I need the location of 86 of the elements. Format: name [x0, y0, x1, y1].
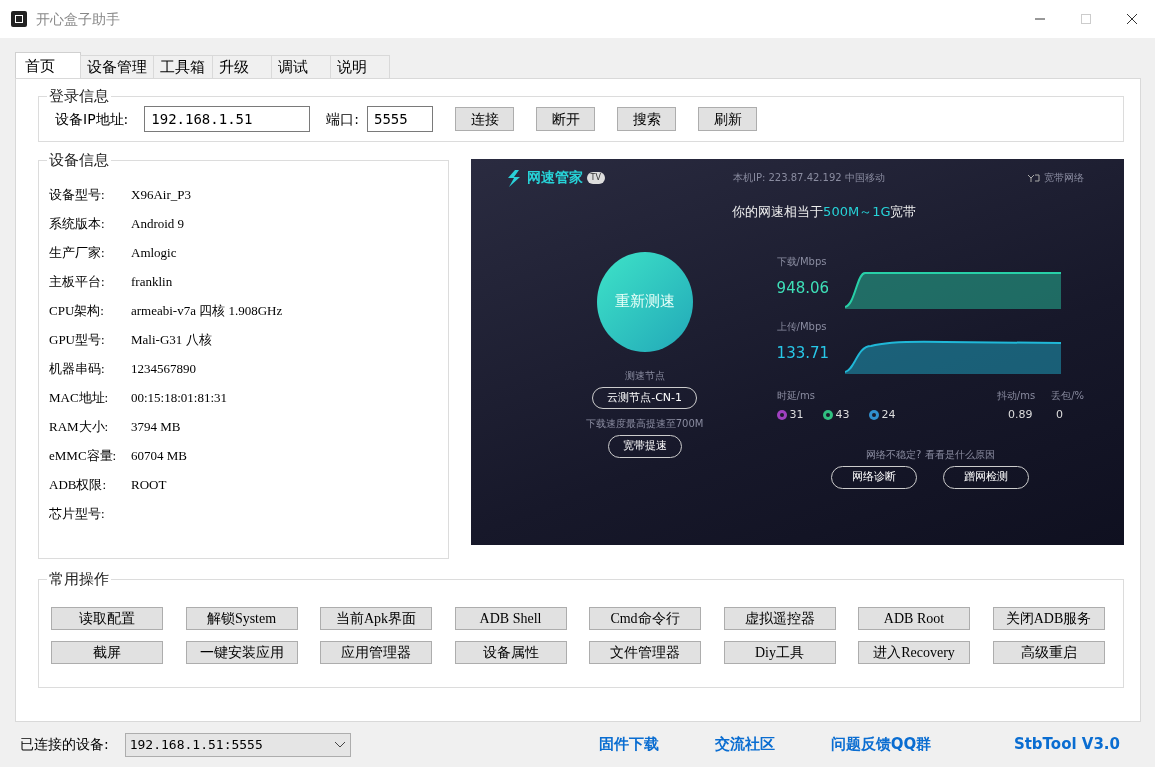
info-label: 设备型号:	[49, 185, 106, 204]
tab[interactable]: 说明	[330, 55, 390, 78]
jitter-label: 抖动/ms	[996, 388, 1036, 403]
headline: 你的网速相当于500M～1G宽带	[731, 203, 918, 221]
info-value: 60704 MB	[131, 446, 187, 465]
window-title: 开心盒子助手	[36, 9, 120, 29]
info-label: 机器串码:	[49, 359, 106, 378]
group-title: 常用操作	[48, 571, 110, 587]
latency-label: 时延/ms	[776, 388, 815, 403]
action-button[interactable]: 高级重启	[992, 641, 1105, 664]
app-badge: TV	[586, 171, 605, 184]
action-button[interactable]: 应用管理器	[320, 641, 432, 664]
loss-value: 0	[1056, 406, 1064, 423]
action-button[interactable]: 搜索	[617, 107, 676, 131]
action-button[interactable]: 设备属性	[454, 641, 567, 664]
info-label: GPU型号:	[49, 330, 106, 349]
diag-hint: 网络不稳定? 看看是什么原因	[865, 448, 996, 462]
speed-label: 下载/Mbps	[776, 254, 828, 269]
chevron-down-icon	[333, 740, 346, 749]
info-value: X96Air_P3	[131, 185, 191, 204]
group-title: 登录信息	[48, 88, 110, 104]
info-label: eMMC容量:	[49, 446, 118, 465]
speed-value: 133.71	[776, 343, 831, 365]
action-button[interactable]: Cmd命令行	[589, 607, 701, 630]
ip-field[interactable]: 192.168.1.51	[144, 106, 311, 132]
action-button[interactable]: 关闭ADB服务	[992, 607, 1105, 630]
node-label: 测速节点	[624, 368, 665, 383]
action-button[interactable]: Diy工具	[723, 641, 836, 664]
ip-info: 本机IP: 223.87.42.192 中国移动	[732, 171, 885, 185]
info-value: franklin	[131, 272, 173, 291]
action-button[interactable]: ADB Shell	[454, 607, 567, 630]
action-button[interactable]: 读取配置	[51, 607, 163, 630]
latency-value: 31	[789, 406, 805, 423]
info-label: CPU架构:	[49, 301, 105, 320]
tab[interactable]: 工具箱	[153, 55, 213, 78]
footer-link[interactable]: 问题反馈QQ群	[830, 733, 932, 756]
tab[interactable]: 设备管理	[80, 55, 154, 78]
app-icon	[10, 10, 28, 28]
info-value: 00:15:18:01:81:31	[131, 388, 228, 407]
action-button[interactable]: 文件管理器	[589, 641, 701, 664]
info-value: 1234567890	[131, 359, 196, 378]
action-button[interactable]: ADB Root	[858, 607, 970, 630]
latency-value: 43	[835, 406, 851, 423]
app-name: 网速管家	[526, 168, 583, 187]
network-icon	[1027, 171, 1040, 184]
action-button[interactable]: 当前Apk界面	[320, 607, 432, 630]
field-label: 端口:	[326, 109, 359, 129]
footer-link[interactable]: 固件下载	[598, 733, 659, 756]
tab[interactable]: 首页	[15, 52, 81, 78]
field-label: 设备IP地址:	[55, 109, 129, 129]
device-select[interactable]: 192.168.1.51:5555	[124, 732, 351, 757]
speed-value: 948.06	[776, 278, 831, 300]
info-label: 生产厂家:	[49, 243, 106, 262]
action-button[interactable]: 一键安装应用	[185, 641, 298, 664]
info-label: ADB权限:	[49, 475, 108, 494]
info-value: Amlogic	[131, 243, 177, 262]
boost-hint: 下载速度最高提速至700M	[585, 417, 704, 431]
info-value: armeabi-v7a 四核 1.908GHz	[131, 301, 283, 320]
status-label: 已连接的设备:	[20, 735, 109, 754]
info-value: 3794 MB	[131, 417, 181, 436]
close-icon[interactable]	[1127, 14, 1137, 24]
info-label: 系统版本:	[49, 214, 106, 233]
network-type: 宽带网络	[1044, 171, 1084, 185]
loss-label: 丢包/%	[1051, 388, 1084, 403]
maximize-icon[interactable]	[1081, 14, 1091, 24]
info-label: RAM大小:	[49, 417, 110, 436]
version-label: StbTool V3.0	[1013, 734, 1120, 756]
action-button[interactable]: 断开	[536, 107, 595, 131]
action-button[interactable]: 解锁System	[185, 607, 298, 630]
speed-label: 上传/Mbps	[776, 319, 828, 334]
footer-link[interactable]: 交流社区	[714, 733, 775, 756]
latency-value: 24	[881, 406, 897, 423]
info-value: Mali-G31 八核	[131, 330, 212, 349]
action-button[interactable]: 连接	[455, 107, 514, 131]
info-label: MAC地址:	[49, 388, 110, 407]
port-field[interactable]: 5555	[367, 106, 433, 132]
action-button[interactable]: 进入Recovery	[858, 641, 970, 664]
action-button[interactable]: 虚拟遥控器	[723, 607, 836, 630]
group-title: 设备信息	[48, 152, 110, 168]
action-button[interactable]: 刷新	[698, 107, 757, 131]
info-value: Android 9	[131, 214, 185, 233]
action-button[interactable]: 截屏	[51, 641, 163, 664]
info-value: ROOT	[131, 475, 167, 494]
info-label: 芯片型号:	[49, 504, 106, 523]
info-label: 主板平台:	[49, 272, 106, 291]
jitter-value: 0.89	[1008, 406, 1034, 423]
